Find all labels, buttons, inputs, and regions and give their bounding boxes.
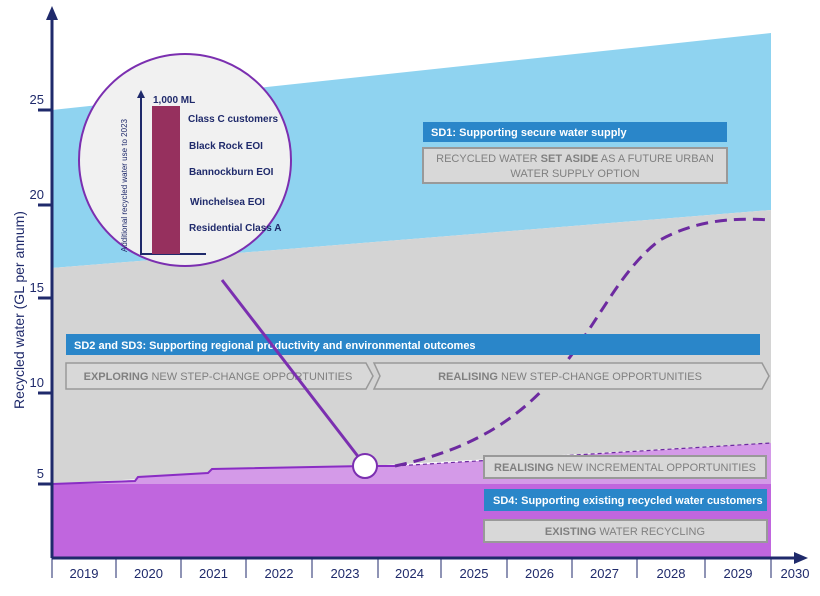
x-tick-label: 2027 xyxy=(590,566,619,581)
inset-circle xyxy=(78,53,292,267)
sd4-title: SD4: Supporting existing recycled water … xyxy=(493,495,763,507)
y-axis-arrow-icon xyxy=(46,6,58,20)
y-tick-label: 5 xyxy=(37,466,44,481)
x-tick-label: 2029 xyxy=(724,566,753,581)
y-tick-label: 20 xyxy=(30,187,44,202)
inset-bar xyxy=(152,106,180,254)
x-tick-label: 2022 xyxy=(265,566,294,581)
x-tick-label: 2021 xyxy=(199,566,228,581)
x-tick-label: 2019 xyxy=(70,566,99,581)
x-axis-arrow-icon xyxy=(794,552,808,564)
set-aside-line1: RECYCLED WATER SET ASIDE AS A FUTURE URB… xyxy=(436,153,714,165)
inset-item: Winchelsea EOI xyxy=(190,197,265,208)
inset-item: Bannockburn EOI xyxy=(189,167,274,178)
inset-axis-label: Additional recycled water use to 2023 xyxy=(120,118,129,252)
set-aside-line2: WATER SUPPLY OPTION xyxy=(510,168,639,180)
2023-marker xyxy=(352,453,378,479)
inset-item: Residential Class A xyxy=(189,223,281,234)
y-tick-label: 25 xyxy=(30,92,44,107)
x-tick-label: 2026 xyxy=(525,566,554,581)
incremental-label: REALISING NEW INCREMENTAL OPPORTUNITIES xyxy=(494,462,756,474)
recycled-water-diagram: 5 10 15 20 25 Recycled water (GL per ann… xyxy=(11,6,810,581)
y-tick-label: 10 xyxy=(30,375,44,390)
x-tick-label: 2024 xyxy=(395,566,424,581)
x-tick-label: 2030 xyxy=(781,566,810,581)
x-tick-label: 2025 xyxy=(460,566,489,581)
inset-item: Black Rock EOI xyxy=(189,141,263,152)
existing-label: EXISTING WATER RECYCLING xyxy=(545,526,705,538)
sd1-title: SD1: Supporting secure water supply xyxy=(431,127,627,139)
x-ticks: 2019 2020 2021 2022 2023 2024 2025 2026 2027 2028… xyxy=(51,558,810,581)
x-tick-label: 2020 xyxy=(134,566,163,581)
x-tick-label: 2023 xyxy=(331,566,360,581)
y-axis-label: Recycled water (GL per annum) xyxy=(11,211,27,409)
exploring-label: EXPLORING NEW STEP-CHANGE OPPORTUNITIES xyxy=(84,371,353,383)
realising-step-change-label: REALISING NEW STEP-CHANGE OPPORTUNITIES xyxy=(438,371,702,383)
x-tick-label: 2028 xyxy=(657,566,686,581)
y-tick-label: 15 xyxy=(30,280,44,295)
inset-bar-label: 1,000 ML xyxy=(153,95,195,106)
inset-item: Class C customers xyxy=(188,114,278,125)
y-ticks: 5 10 15 20 25 xyxy=(30,92,52,486)
